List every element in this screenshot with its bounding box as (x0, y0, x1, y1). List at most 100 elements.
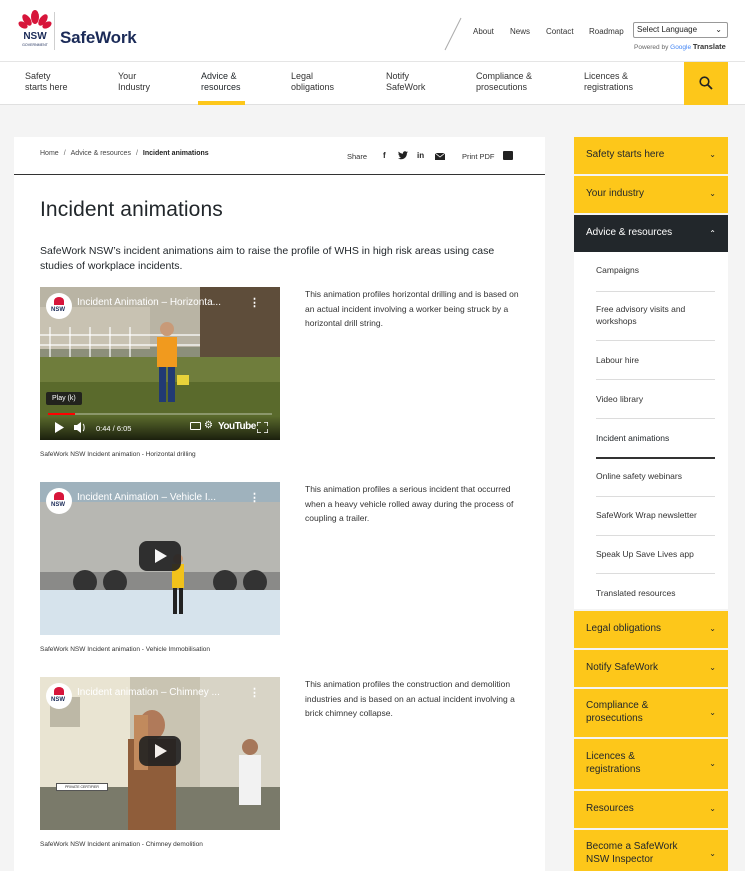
search-button[interactable] (684, 62, 728, 105)
video-player-chimney-demolition[interactable]: PRIVATE CERTIFIER NSW Incident animation… (40, 677, 280, 830)
sidebar-item-legal-obligations[interactable]: Legal obligations ⌄ (574, 611, 728, 648)
sidebar-item-label: Advice & resources (586, 227, 673, 238)
sidebar-item-resources[interactable]: Resources ⌄ (574, 791, 728, 828)
waratah-icon (54, 687, 64, 695)
video-caption: SafeWork NSW Incident animation - Chimne… (40, 841, 203, 848)
video-title[interactable]: Incident Animation – Horizonta... (77, 297, 247, 308)
news-link[interactable]: News (510, 27, 530, 36)
sidebar-submenu: Campaigns Free advisory visits and works… (574, 252, 728, 609)
progress-fill (48, 413, 75, 415)
subtitles-icon[interactable] (190, 422, 201, 430)
brand-name[interactable]: SafeWork (60, 28, 137, 48)
youtube-play-button[interactable] (139, 541, 181, 571)
video-caption: SafeWork NSW Incident animation - Vehicl… (40, 646, 211, 653)
nav-advice-resources[interactable]: Advice & resources (201, 71, 241, 93)
more-options-icon[interactable]: ⋮ (249, 296, 260, 309)
about-link[interactable]: About (473, 27, 494, 36)
email-icon[interactable] (435, 153, 445, 160)
nav-line1: Notify (386, 71, 410, 81)
fullscreen-icon[interactable] (257, 422, 268, 433)
breadcrumb-separator: / (63, 150, 66, 157)
nav-compliance-prosecutions[interactable]: Compliance & prosecutions (476, 71, 532, 93)
print-pdf-link[interactable]: Print PDF (462, 152, 495, 161)
chevron-up-icon: ⌃ (709, 229, 716, 238)
nav-notify-safework[interactable]: Notify SafeWork (386, 71, 425, 93)
sidebar-item-safety-starts-here[interactable]: Safety starts here ⌄ (574, 137, 728, 174)
waratah-icon (54, 492, 64, 500)
video-time: 0:44 / 6:05 (96, 424, 132, 433)
sidebar-item-become-inspector[interactable]: Become a SafeWork NSW Inspector ⌄ (574, 830, 728, 871)
breadcrumb-advice-resources[interactable]: Advice & resources (71, 150, 131, 157)
youtube-play-button[interactable] (139, 736, 181, 766)
nav-line2: resources (201, 82, 241, 92)
nav-safety-starts-here[interactable]: Safety starts here (25, 71, 68, 93)
safework-channel-avatar[interactable]: NSW (46, 293, 72, 319)
nav-line1: Advice & (201, 71, 237, 81)
play-icon[interactable] (54, 422, 64, 433)
safework-channel-avatar[interactable]: NSW (46, 488, 72, 514)
language-select[interactable]: Select Language ⌄ (633, 22, 728, 38)
settings-gear-icon[interactable]: ⚙ (204, 420, 213, 431)
logo-divider (54, 12, 55, 50)
submenu-free-advisory-visits[interactable]: Free advisory visits and workshops (596, 303, 715, 341)
submenu-safework-wrap-newsletter[interactable]: SafeWork Wrap newsletter (596, 509, 715, 536)
nav-legal-obligations[interactable]: Legal obligations (291, 71, 334, 93)
nsw-waratah-logo[interactable]: NSW GOVERNMENT (15, 8, 55, 48)
chevron-down-icon: ⌄ (709, 663, 716, 672)
submenu-labour-hire[interactable]: Labour hire (596, 354, 715, 380)
channel-logo-text: NSW (51, 697, 65, 703)
video-title[interactable]: Incident Animation – Vehicle I... (77, 492, 247, 503)
nav-line1: Your (118, 71, 137, 81)
google-label: Google (670, 44, 692, 51)
language-select-value: Select Language (637, 25, 698, 34)
nav-line1: Safety (25, 71, 51, 81)
video-description: This animation profiles the construction… (305, 679, 515, 718)
powered-by-google-translate[interactable]: Powered by Google Translate (634, 42, 726, 51)
video-title[interactable]: Incident animation – Chimney ... (77, 687, 247, 698)
sidebar-item-advice-resources[interactable]: Advice & resources ⌃ (574, 215, 728, 252)
video-player-vehicle-immobilisation[interactable]: NSW Incident Animation – Vehicle I... ⋮ (40, 482, 280, 635)
progress-track[interactable] (48, 413, 272, 415)
sidebar-item-label: Your industry (586, 188, 644, 199)
more-options-icon[interactable]: ⋮ (249, 491, 260, 504)
powered-by-label: Powered by (634, 44, 669, 51)
twitter-icon[interactable] (398, 151, 408, 160)
submenu-online-safety-webinars[interactable]: Online safety webinars (596, 470, 715, 497)
roadmap-link[interactable]: Roadmap (589, 27, 624, 36)
chevron-down-icon: ⌄ (709, 624, 716, 633)
nav-line2: prosecutions (476, 82, 528, 92)
chevron-down-icon: ⌄ (709, 849, 716, 858)
private-certifier-sign: PRIVATE CERTIFIER (56, 783, 108, 791)
contact-link[interactable]: Contact (546, 27, 574, 36)
more-options-icon[interactable]: ⋮ (249, 686, 260, 699)
chevron-down-icon: ⌄ (709, 189, 716, 198)
sidebar-item-your-industry[interactable]: Your industry ⌄ (574, 176, 728, 213)
facebook-icon[interactable]: f (383, 151, 386, 160)
youtube-logo[interactable]: YouTube (218, 421, 256, 432)
translate-label: Translate (692, 42, 726, 51)
intro-text: SafeWork NSW’s incident animations aim t… (40, 245, 495, 272)
submenu-translated-resources[interactable]: Translated resources (596, 587, 715, 607)
submenu-incident-animations[interactable]: Incident animations (596, 432, 715, 459)
sidebar-item-compliance-prosecutions[interactable]: Compliance & prosecutions ⌄ (574, 689, 728, 737)
header-divider (14, 174, 545, 175)
nav-line1: Compliance & (476, 71, 533, 81)
submenu-campaigns[interactable]: Campaigns (596, 264, 715, 292)
submenu-video-library[interactable]: Video library (596, 393, 715, 419)
main-content: Home / Advice & resources / Incident animati… (14, 137, 545, 871)
nav-your-industry[interactable]: Your Industry (118, 71, 150, 93)
breadcrumb-home[interactable]: Home (40, 150, 59, 157)
safework-channel-avatar[interactable]: NSW (46, 683, 72, 709)
printer-icon[interactable] (503, 151, 513, 160)
volume-icon[interactable] (74, 422, 86, 433)
sidebar-item-licences-registrations[interactable]: Licences & registrations ⌄ (574, 739, 728, 789)
nav-line1: Licences & (584, 71, 629, 81)
search-icon (699, 76, 713, 90)
nav-licences-registrations[interactable]: Licences & registrations (584, 71, 633, 93)
sidebar-item-notify-safework[interactable]: Notify SafeWork ⌄ (574, 650, 728, 687)
submenu-speak-up-save-lives[interactable]: Speak Up Save Lives app (596, 548, 715, 574)
nav-line2: starts here (25, 82, 68, 92)
logo-subtext: GOVERNMENT (22, 43, 49, 47)
video-player-horizontal-drilling[interactable]: NSW Incident Animation – Horizonta... ⋮ … (40, 287, 280, 440)
linkedin-icon[interactable]: in (417, 151, 424, 160)
